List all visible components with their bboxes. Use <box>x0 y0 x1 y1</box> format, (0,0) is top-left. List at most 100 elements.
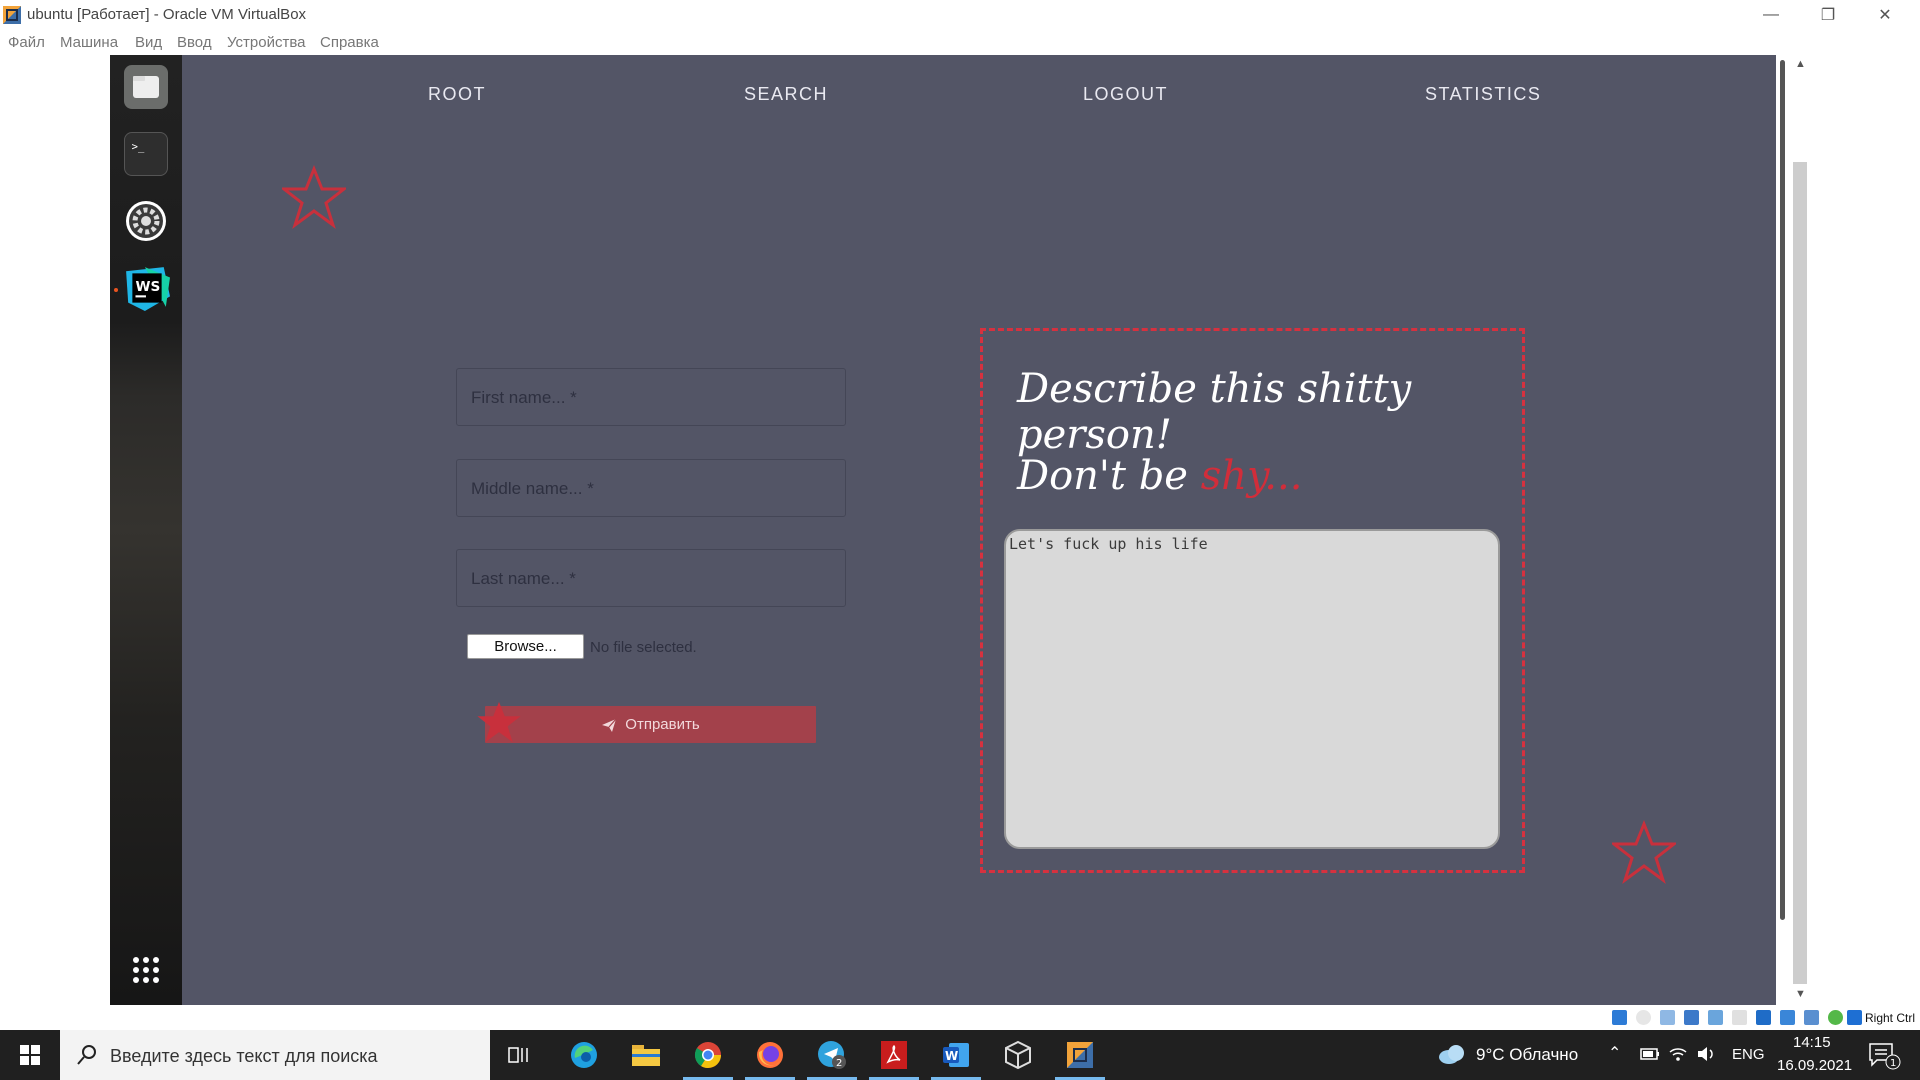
usb-icon[interactable] <box>1708 1010 1723 1025</box>
vm-scrollbar-thumb[interactable] <box>1793 162 1807 984</box>
host-key-label: Right Ctrl <box>1865 1011 1916 1025</box>
minimize-icon: — <box>1763 6 1779 23</box>
first-name-field[interactable]: First name... * <box>456 368 846 426</box>
chrome-icon <box>694 1042 722 1069</box>
menu-input[interactable]: Ввод <box>177 34 212 51</box>
chrome-app[interactable] <box>679 1030 737 1080</box>
optical-drive-icon[interactable] <box>1636 1010 1651 1025</box>
clock-date[interactable]: 16.09.2021 <box>1777 1057 1852 1074</box>
clock-time[interactable]: 14:15 <box>1793 1034 1831 1051</box>
scroll-up-icon[interactable]: ▲ <box>1795 58 1806 70</box>
textarea-value: Let's fuck up his life <box>1009 535 1208 553</box>
description-heading: Describe this shitty person! <box>1017 366 1412 458</box>
language-indicator[interactable]: ENG <box>1732 1046 1765 1063</box>
scroll-down-icon[interactable]: ▼ <box>1795 988 1806 1000</box>
window-titlebar: ubuntu [Работает] - Oracle VM VirtualBox… <box>0 0 1920 30</box>
middle-name-field[interactable]: Middle name... * <box>456 459 846 517</box>
nav-logout[interactable]: LOGOUT <box>1083 84 1168 105</box>
file-explorer-app[interactable] <box>617 1030 675 1080</box>
virtualbox-cube-app[interactable] <box>989 1030 1047 1080</box>
menu-help[interactable]: Справка <box>320 34 379 51</box>
subheading-accent: shy... <box>1200 453 1303 499</box>
menu-view[interactable]: Вид <box>135 34 162 51</box>
last-name-placeholder: Last name... * <box>471 569 576 588</box>
ubuntu-dock: >_ WS <box>110 55 182 1005</box>
word-app[interactable]: W <box>927 1030 985 1080</box>
window-title: ubuntu [Работает] - Oracle VM VirtualBox <box>27 6 307 23</box>
notification-icon[interactable]: 1 <box>1868 1042 1902 1070</box>
webstorm-icon[interactable]: WS <box>124 265 170 311</box>
firefox-app[interactable] <box>741 1030 799 1080</box>
task-view-button[interactable] <box>490 1030 548 1080</box>
restore-icon: ❐ <box>1820 7 1836 24</box>
web-page: ROOT SEARCH LOGOUT STATISTICS First name… <box>182 55 1776 1005</box>
svg-text:WS: WS <box>136 279 161 295</box>
cloud-icon[interactable] <box>1437 1043 1467 1065</box>
shared-folders-icon[interactable] <box>1732 1010 1747 1025</box>
nav-statistics[interactable]: STATISTICS <box>1425 84 1541 105</box>
acrobat-app[interactable] <box>865 1030 923 1080</box>
cpu-icon[interactable] <box>1804 1010 1819 1025</box>
file-status: No file selected. <box>590 639 697 656</box>
telegram-app[interactable]: 2 <box>803 1030 861 1080</box>
word-icon: W <box>943 1043 969 1067</box>
virtualbox-icon <box>1067 1042 1093 1068</box>
taskbar-search[interactable]: Введите здесь текст для поиска <box>60 1030 490 1080</box>
submit-label: Отправить <box>625 716 700 733</box>
app-grid-icon[interactable] <box>124 948 168 992</box>
restore-button[interactable]: ❐ <box>1805 0 1851 30</box>
virtualbox-app[interactable] <box>1051 1030 1109 1080</box>
edge-app[interactable] <box>555 1030 613 1080</box>
last-name-field[interactable]: Last name... * <box>456 549 846 607</box>
wifi-icon[interactable] <box>1668 1044 1688 1064</box>
menu-file[interactable]: Файл <box>8 34 45 51</box>
pdf-icon <box>881 1041 907 1069</box>
start-button[interactable] <box>0 1030 60 1080</box>
star-filled-icon <box>477 701 521 743</box>
battery-icon[interactable] <box>1640 1047 1660 1061</box>
chevron-up-icon[interactable]: ⌃ <box>1608 1043 1621 1063</box>
page-scrollbar[interactable] <box>1777 55 1789 1005</box>
svg-text:>_: >_ <box>132 141 145 153</box>
folder-icon <box>632 1045 660 1066</box>
running-indicator <box>114 288 118 292</box>
close-icon: ✕ <box>1878 7 1892 24</box>
menu-devices[interactable]: Устройства <box>227 34 305 51</box>
windows-taskbar: Введите здесь текст для поиска 2 W 9°C О… <box>0 1030 1920 1080</box>
display-icon[interactable] <box>1756 1010 1771 1025</box>
network-icon[interactable] <box>1684 1010 1699 1025</box>
hard-disk-icon[interactable] <box>1612 1010 1627 1025</box>
volume-icon[interactable] <box>1696 1044 1716 1064</box>
star-outline-icon <box>282 165 346 229</box>
submit-button[interactable]: Отправить <box>485 706 816 743</box>
nav-root[interactable]: ROOT <box>428 84 486 105</box>
telegram-badge: 2 <box>836 1058 842 1069</box>
search-icon <box>77 1045 96 1065</box>
nav-search[interactable]: SEARCH <box>744 84 828 105</box>
page-scrollbar-thumb[interactable] <box>1780 60 1785 920</box>
svg-text:W: W <box>945 1049 958 1063</box>
first-name-placeholder: First name... * <box>471 388 577 407</box>
video-capture-icon[interactable] <box>1780 1010 1795 1025</box>
browse-button[interactable]: Browse... <box>467 634 584 659</box>
menu-machine[interactable]: Машина <box>60 34 118 51</box>
close-button[interactable]: ✕ <box>1862 0 1908 30</box>
mouse-integration-icon[interactable] <box>1847 1010 1862 1025</box>
task-view-icon <box>508 1047 528 1063</box>
weather-text[interactable]: 9°C Облачно <box>1476 1045 1578 1065</box>
audio-icon[interactable] <box>1660 1010 1675 1025</box>
telegram-icon: 2 <box>818 1041 846 1069</box>
notification-count: 1 <box>1890 1058 1896 1069</box>
description-textarea[interactable]: Let's fuck up his life <box>1004 529 1500 849</box>
cube-icon <box>1005 1040 1031 1070</box>
guest-additions-icon[interactable] <box>1828 1010 1843 1025</box>
menu-bar: Файл Машина Вид Ввод Устройства Справка <box>0 30 1920 55</box>
settings-icon[interactable] <box>124 199 168 243</box>
edge-icon <box>571 1042 597 1068</box>
minimize-button[interactable]: — <box>1748 0 1794 30</box>
search-placeholder: Введите здесь текст для поиска <box>110 1046 378 1066</box>
send-icon <box>602 718 617 732</box>
files-icon[interactable] <box>124 65 168 109</box>
middle-name-placeholder: Middle name... * <box>471 479 594 498</box>
terminal-icon[interactable]: >_ <box>124 132 168 176</box>
